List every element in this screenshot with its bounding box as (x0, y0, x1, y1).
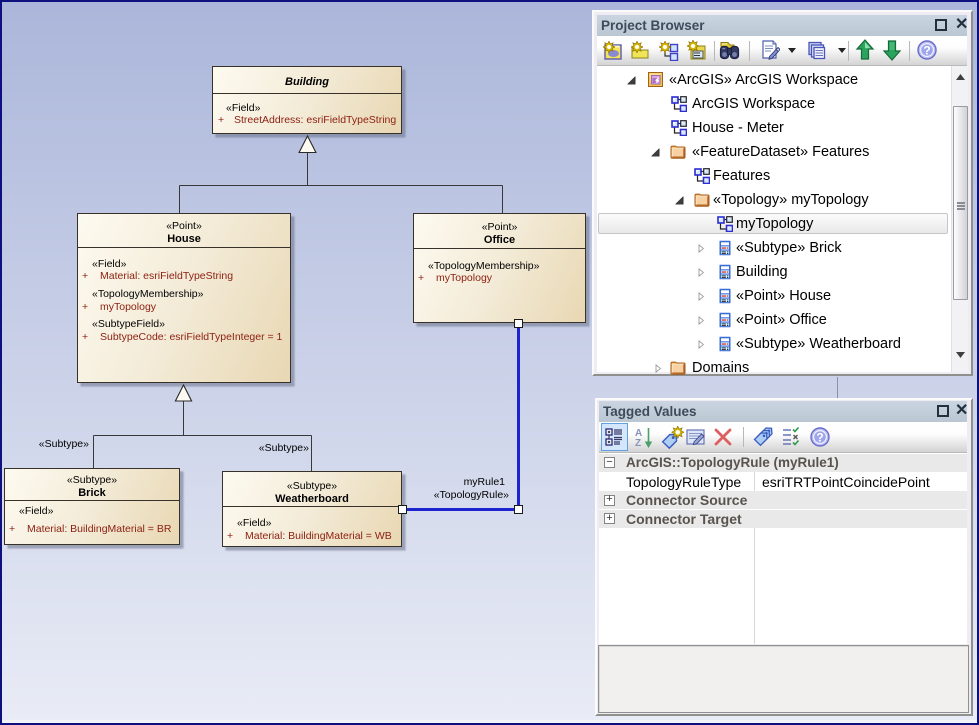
svg-text:Z: Z (635, 438, 641, 449)
